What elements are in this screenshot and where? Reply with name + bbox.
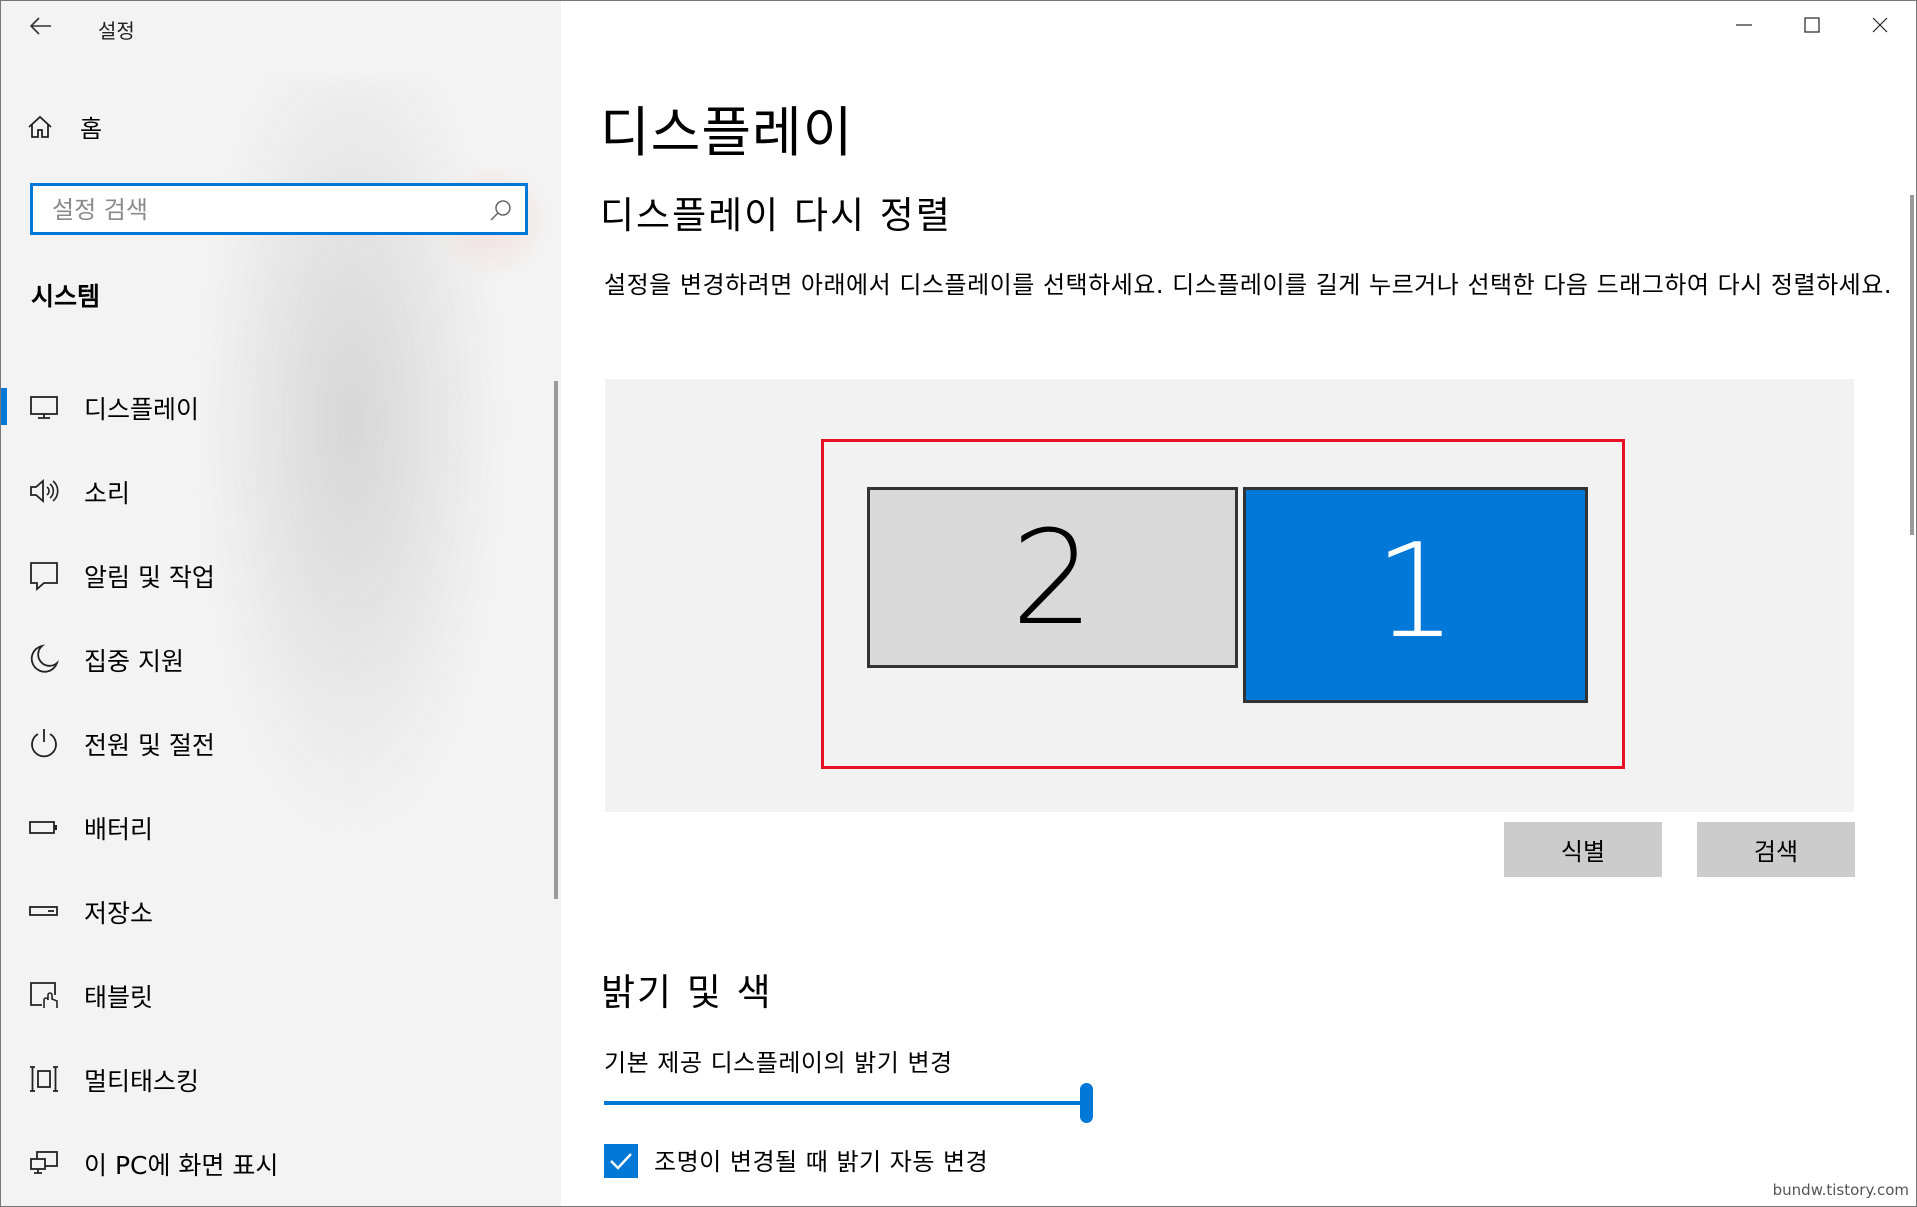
identify-button[interactable]: 식별 — [1504, 822, 1662, 877]
home-label: 홈 — [80, 115, 103, 143]
watermark: bundw.tistory.com — [1772, 1181, 1909, 1199]
sidebar-item-label: 전원 및 절전 — [84, 731, 215, 760]
main-scrollbar[interactable] — [1910, 195, 1914, 535]
sidebar-item-label: 이 PC에 화면 표시 — [84, 1151, 279, 1180]
speaker-icon — [30, 479, 59, 503]
main-content: 디스플레이 디스플레이 다시 정렬 설정을 변경하려면 아래에서 디스플레이를 … — [561, 0, 1917, 1207]
detect-button[interactable]: 검색 — [1697, 822, 1855, 877]
sidebar-item-storage[interactable]: 저장소 — [1, 868, 541, 952]
moon-icon — [30, 644, 59, 673]
sidebar-item-battery[interactable]: 배터리 — [1, 784, 541, 868]
sidebar-item-label: 소리 — [84, 479, 131, 508]
sidebar-item-label: 디스플레이 — [84, 395, 200, 424]
section-title: 시스템 — [31, 282, 101, 311]
sidebar-item-multitasking[interactable]: 멀티태스킹 — [1, 1036, 541, 1120]
sidebar-item-label: 태블릿 — [84, 983, 154, 1012]
monitor-1-tile[interactable]: 1 — [1243, 487, 1588, 703]
notification-icon — [30, 562, 58, 591]
auto-brightness-checkbox[interactable] — [604, 1144, 638, 1178]
multitasking-icon — [30, 1066, 58, 1092]
sidebar-scrollbar[interactable] — [554, 381, 558, 899]
page-title: 디스플레이 — [600, 101, 854, 164]
monitor-2-tile[interactable]: 2 — [867, 487, 1238, 668]
search-icon[interactable] — [489, 198, 513, 222]
sidebar-nav: 디스플레이 소리 알림 및 작업 집중 지원 전원 및 절전 배터리 저장소 태… — [1, 364, 541, 1204]
sidebar-item-label: 배터리 — [84, 815, 154, 844]
back-button[interactable] — [21, 11, 61, 41]
sidebar-item-label: 저장소 — [84, 899, 154, 928]
back-arrow-icon — [30, 17, 51, 35]
sidebar: 설정 홈 시스템 디스플레이 소리 — [1, 1, 561, 1206]
monitor-number: 2 — [1011, 501, 1094, 654]
brightness-label: 기본 제공 디스플레이의 밝기 변경 — [604, 1049, 953, 1077]
battery-icon — [29, 821, 57, 834]
checkmark-icon — [610, 1153, 632, 1170]
brightness-section-title: 밝기 및 색 — [601, 971, 773, 1014]
search-input[interactable] — [50, 192, 474, 228]
brightness-slider-thumb[interactable] — [1080, 1083, 1093, 1123]
sidebar-item-label: 알림 및 작업 — [84, 563, 215, 592]
brightness-slider-track[interactable] — [604, 1101, 1087, 1105]
tablet-icon — [30, 982, 58, 1008]
sidebar-item-power[interactable]: 전원 및 절전 — [1, 700, 541, 784]
storage-icon — [29, 906, 58, 916]
rearrange-description: 설정을 변경하려면 아래에서 디스플레이를 선택하세요. 디스플레이를 길게 누… — [604, 271, 1892, 299]
sidebar-item-label: 멀티태스킹 — [84, 1067, 200, 1096]
sidebar-item-label: 집중 지원 — [84, 647, 184, 676]
sidebar-item-display[interactable]: 디스플레이 — [1, 364, 541, 448]
sidebar-item-sound[interactable]: 소리 — [1, 448, 541, 532]
monitor-icon — [30, 396, 58, 419]
sidebar-item-notifications[interactable]: 알림 및 작업 — [1, 532, 541, 616]
display-arrangement-area[interactable]: 2 1 — [605, 379, 1854, 812]
app-title: 설정 — [98, 19, 135, 43]
search-box[interactable] — [30, 183, 528, 235]
sidebar-item-project[interactable]: 이 PC에 화면 표시 — [1, 1120, 541, 1204]
home-icon — [28, 115, 52, 138]
sidebar-item-focus-assist[interactable]: 집중 지원 — [1, 616, 541, 700]
rearrange-title: 디스플레이 다시 정렬 — [600, 194, 952, 237]
monitor-number: 1 — [1374, 515, 1457, 667]
sidebar-item-home[interactable]: 홈 — [26, 109, 102, 144]
power-icon — [31, 729, 57, 758]
project-icon — [30, 1151, 58, 1174]
active-indicator — [1, 388, 7, 425]
auto-brightness-label: 조명이 변경될 때 밝기 자동 변경 — [654, 1148, 989, 1176]
sidebar-item-tablet[interactable]: 태블릿 — [1, 952, 541, 1036]
